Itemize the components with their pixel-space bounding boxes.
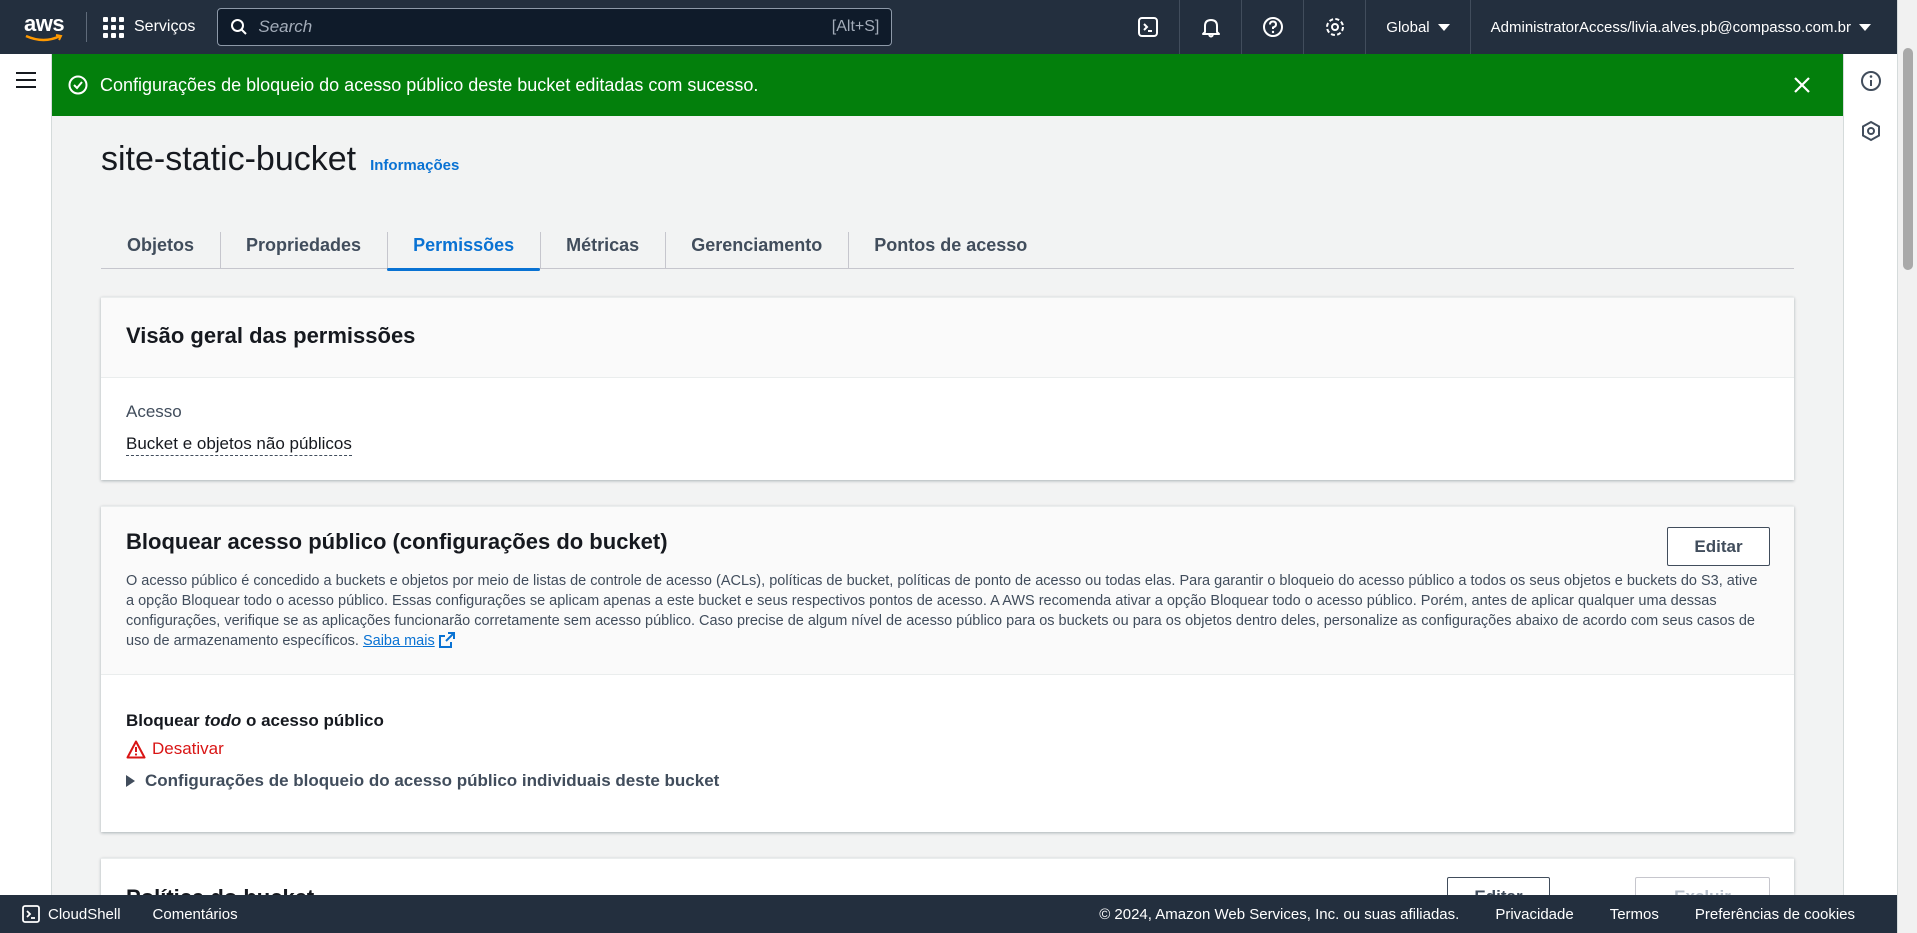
bell-icon bbox=[1201, 19, 1220, 38]
learn-more-label: Saiba mais bbox=[362, 633, 435, 649]
terminal-icon bbox=[22, 905, 40, 923]
cookie-preferences-link[interactable]: Preferências de cookies bbox=[1695, 906, 1855, 923]
scrollbar-thumb[interactable] bbox=[1903, 48, 1913, 270]
region-label: Global bbox=[1386, 18, 1430, 36]
block-all-title: Bloquear todo o acesso público bbox=[126, 711, 1769, 731]
edit-button[interactable]: Editar bbox=[1667, 527, 1770, 566]
services-label: Serviços bbox=[134, 18, 196, 35]
card-title: Bloquear acesso público (configurações d… bbox=[126, 529, 668, 554]
tab-gerenciamento[interactable]: Gerenciamento bbox=[665, 222, 848, 269]
info-panel-icon[interactable] bbox=[1860, 70, 1882, 92]
success-check-icon bbox=[68, 75, 88, 95]
hamburger-menu-icon[interactable] bbox=[16, 72, 36, 93]
left-rail bbox=[0, 54, 52, 895]
nav-separator bbox=[86, 12, 87, 42]
expander-label: Configurações de bloqueio do acesso públ… bbox=[145, 771, 720, 790]
block-public-access-card: Bloquear acesso público (configurações d… bbox=[101, 506, 1794, 832]
search-shortcut: [Alt+S] bbox=[831, 18, 880, 35]
region-selector[interactable]: Global bbox=[1365, 0, 1469, 54]
caret-down-icon bbox=[1437, 23, 1450, 31]
success-flash-banner: Configurações de bloqueio do acesso públ… bbox=[52, 54, 1843, 116]
bucket-policy-card: Política do bucket Editar Excluir bbox=[101, 858, 1794, 895]
access-value[interactable]: Bucket e objetos não públicos bbox=[126, 434, 352, 456]
search-icon bbox=[231, 19, 248, 35]
notifications-button[interactable] bbox=[1179, 0, 1241, 54]
tab-pontos-de-acesso[interactable]: Pontos de acesso bbox=[848, 222, 1053, 269]
footer: CloudShell Comentários © 2024, Amazon We… bbox=[0, 895, 1897, 933]
feedback-link[interactable]: Comentários bbox=[153, 906, 238, 923]
learn-more-link[interactable]: Saiba mais bbox=[363, 633, 435, 649]
q-assistant-icon[interactable] bbox=[1860, 120, 1882, 142]
search-input[interactable] bbox=[258, 17, 822, 37]
status-text: Desativar bbox=[152, 739, 224, 758]
permissions-overview-card: Visão geral das permissões Acesso Bucket… bbox=[101, 297, 1794, 480]
caret-right-icon bbox=[126, 775, 135, 787]
card-header: Visão geral das permissões bbox=[101, 298, 1794, 378]
main-content: site-static-bucket Informações Objetos P… bbox=[52, 116, 1843, 895]
help-button[interactable] bbox=[1241, 0, 1303, 54]
card-header: Bloquear acesso público (configurações d… bbox=[101, 507, 1794, 675]
terms-link[interactable]: Termos bbox=[1610, 906, 1659, 923]
gear-icon bbox=[1325, 18, 1344, 36]
tab-permissoes[interactable]: Permissões bbox=[387, 222, 541, 271]
external-link-icon bbox=[438, 632, 455, 648]
bucket-tabs: Objetos Propriedades Permissões Métricas… bbox=[101, 222, 1794, 271]
tab-metricas[interactable]: Métricas bbox=[540, 222, 665, 269]
block-all-prefix: Bloquear bbox=[126, 711, 205, 730]
cloudshell-footer-button[interactable]: CloudShell bbox=[22, 905, 121, 923]
help-icon bbox=[1262, 17, 1283, 37]
card-title: Política do bucket bbox=[126, 885, 314, 895]
terminal-icon bbox=[1138, 17, 1159, 37]
access-label: Acesso bbox=[126, 402, 182, 421]
individual-settings-expander[interactable]: Configurações de bloqueio do acesso públ… bbox=[126, 771, 1769, 791]
search-box[interactable]: [Alt+S] bbox=[217, 8, 893, 46]
cloudshell-label: CloudShell bbox=[48, 905, 121, 923]
tab-propriedades[interactable]: Propriedades bbox=[220, 222, 387, 269]
footer-right: © 2024, Amazon Web Services, Inc. ou sua… bbox=[1099, 906, 1855, 923]
right-rail bbox=[1843, 54, 1897, 895]
delete-policy-button[interactable]: Excluir bbox=[1635, 877, 1770, 895]
close-icon[interactable] bbox=[1793, 76, 1811, 94]
card-title: Visão geral das permissões bbox=[126, 323, 416, 348]
info-link[interactable]: Informações bbox=[370, 157, 459, 174]
card-body: Acesso Bucket e objetos não públicos bbox=[101, 378, 1794, 480]
block-all-suffix: o acesso público bbox=[241, 711, 384, 730]
card-body: Bloquear todo o acesso público Desativar… bbox=[101, 675, 1794, 791]
edit-policy-button[interactable]: Editar bbox=[1447, 877, 1550, 895]
privacy-link[interactable]: Privacidade bbox=[1495, 906, 1573, 923]
cloudshell-nav-button[interactable] bbox=[1117, 0, 1179, 54]
grid-icon bbox=[103, 16, 124, 38]
page-title: site-static-bucket bbox=[101, 140, 357, 178]
account-label: AdministratorAccess/livia.alves.pb@compa… bbox=[1490, 18, 1851, 36]
tab-objetos[interactable]: Objetos bbox=[101, 222, 220, 269]
caret-down-icon bbox=[1859, 23, 1871, 31]
account-menu[interactable]: AdministratorAccess/livia.alves.pb@compa… bbox=[1469, 0, 1897, 54]
services-menu-button[interactable]: Serviços bbox=[103, 16, 196, 38]
aws-smile-icon bbox=[25, 34, 63, 42]
settings-button[interactable] bbox=[1303, 0, 1365, 54]
top-navigation: aws Serviços [Alt+S] bbox=[0, 0, 1897, 54]
nav-right-group: Global AdministratorAccess/livia.alves.p… bbox=[1117, 0, 1897, 54]
card-description: O acesso público é concedido a buckets e… bbox=[126, 571, 1766, 651]
flash-message: Configurações de bloqueio do acesso públ… bbox=[100, 74, 759, 95]
page-header: site-static-bucket Informações bbox=[101, 140, 459, 179]
aws-logo[interactable]: aws bbox=[22, 7, 70, 47]
page-scrollbar[interactable] bbox=[1897, 0, 1917, 933]
block-all-emphasis: todo bbox=[204, 711, 242, 730]
copyright-text: © 2024, Amazon Web Services, Inc. ou sua… bbox=[1099, 905, 1460, 923]
status-badge: Desativar bbox=[126, 739, 1769, 759]
warning-icon bbox=[126, 740, 146, 758]
